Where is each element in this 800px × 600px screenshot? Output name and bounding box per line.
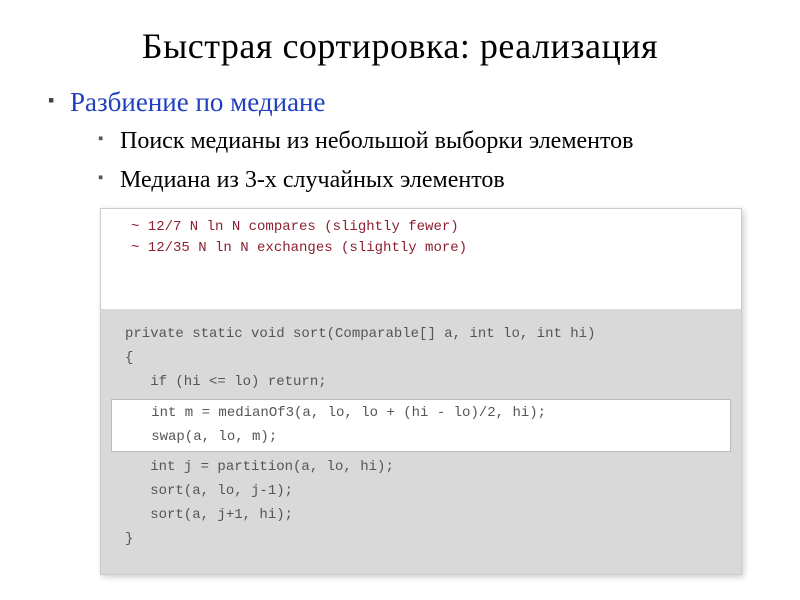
note-line: ~ 12/35 N ln N exchanges (slightly more) — [131, 238, 711, 259]
code-line: int m = medianOf3(a, lo, lo + (hi - lo)/… — [126, 402, 716, 426]
highlighted-block: int m = medianOf3(a, lo, lo + (hi - lo)/… — [111, 399, 731, 453]
bullet-sublist: Поиск медианы из небольшой выборки элеме… — [70, 126, 770, 196]
slide: Быстрая сортировка: реализация Разбиение… — [0, 0, 800, 600]
code-block: private static void sort(Comparable[] a,… — [101, 309, 741, 573]
code-line: if (hi <= lo) return; — [101, 371, 741, 395]
code-line: } — [101, 528, 741, 552]
complexity-notes: ~ 12/7 N ln N compares (slightly fewer) … — [101, 209, 741, 309]
slide-title: Быстрая сортировка: реализация — [30, 25, 770, 67]
bullet-text: Разбиение по медиане — [70, 87, 326, 117]
code-line: swap(a, lo, m); — [126, 426, 716, 450]
code-line: private static void sort(Comparable[] a,… — [101, 323, 741, 347]
note-line: ~ 12/7 N ln N compares (slightly fewer) — [131, 217, 711, 238]
code-line: int j = partition(a, lo, hi); — [101, 456, 741, 480]
bullet-level1: Разбиение по медиане Поиск медианы из не… — [48, 87, 770, 196]
code-line: { — [101, 347, 741, 371]
code-card: ~ 12/7 N ln N compares (slightly fewer) … — [100, 208, 742, 574]
code-line: sort(a, j+1, hi); — [101, 504, 741, 528]
code-line: sort(a, lo, j-1); — [101, 480, 741, 504]
bullet-level2: Поиск медианы из небольшой выборки элеме… — [98, 126, 770, 157]
bullet-list: Разбиение по медиане Поиск медианы из не… — [30, 87, 770, 196]
bullet-level2: Медиана из 3-х случайных элементов — [98, 165, 770, 196]
